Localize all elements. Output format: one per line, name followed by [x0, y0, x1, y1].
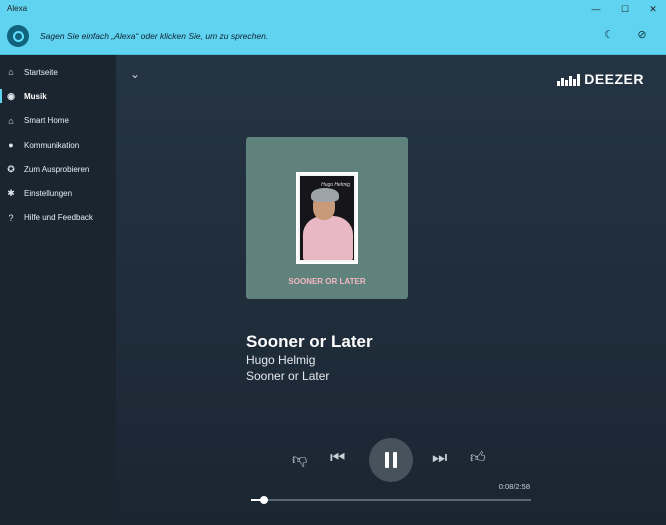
- help-icon: ?: [8, 212, 14, 223]
- progress-bar[interactable]: [251, 496, 531, 504]
- alexa-voice-button[interactable]: [7, 25, 29, 47]
- sidebar-item-label: Smart Home: [24, 116, 69, 126]
- mic-off-icon[interactable]: ⊘: [634, 27, 650, 43]
- music-icon: ◉: [7, 90, 15, 101]
- sidebar-item-label: Zum Ausprobieren: [24, 164, 90, 174]
- progress-knob[interactable]: [259, 496, 268, 504]
- chevron-down-icon[interactable]: ⌄: [130, 67, 140, 81]
- smart-home-icon: ⌂: [8, 115, 14, 126]
- sidebar-item-label: Kommunikation: [24, 140, 80, 150]
- sidebar-item-startseite[interactable]: ⌂ Startseite: [0, 60, 116, 84]
- home-icon: ⌂: [8, 67, 14, 78]
- compass-icon: ✪: [7, 163, 15, 174]
- voice-prompt[interactable]: Sagen Sie einfach „Alexa“ oder klicken S…: [40, 31, 268, 41]
- gear-icon: ✱: [7, 188, 15, 199]
- alexa-voice-bar: Sagen Sie einfach „Alexa“ oder klicken S…: [0, 18, 666, 55]
- thumbs-up-icon[interactable]: 👍︎: [470, 449, 486, 467]
- track-album: Sooner or Later: [246, 369, 330, 383]
- sidebar-item-hilfe[interactable]: ? Hilfe und Feedback: [0, 206, 116, 230]
- pause-icon: [385, 452, 389, 468]
- deezer-logo: DEEZER: [557, 72, 644, 86]
- sidebar-item-musik[interactable]: ◉ Musik: [0, 84, 116, 108]
- do-not-disturb-icon[interactable]: ☾: [601, 27, 617, 43]
- provider-name: DEEZER: [584, 71, 644, 87]
- sidebar-item-label: Hilfe und Feedback: [24, 213, 93, 223]
- album-photo: Hugo Helmig: [296, 172, 358, 264]
- sidebar: ⌂ Startseite ◉ Musik ⌂ Smart Home ● Komm…: [0, 55, 116, 525]
- album-art-title: SOONER OR LATER: [288, 277, 366, 286]
- window-title: Alexa: [7, 4, 28, 13]
- pause-button[interactable]: [369, 438, 413, 482]
- previous-track-icon[interactable]: ⏮︎: [330, 448, 345, 468]
- album-signature: Hugo Helmig: [321, 182, 350, 188]
- track-title: Sooner or Later: [246, 332, 373, 351]
- chat-icon: ●: [8, 140, 14, 151]
- deezer-bars-icon: [557, 74, 581, 86]
- album-art: Hugo Helmig SOONER OR LATER: [246, 137, 408, 299]
- sidebar-item-label: Startseite: [24, 67, 58, 77]
- thumbs-down-icon[interactable]: 👎︎: [292, 451, 307, 469]
- next-track-icon[interactable]: ⏭︎: [432, 448, 447, 468]
- track-artist: Hugo Helmig: [246, 353, 316, 367]
- sidebar-item-kommunikation[interactable]: ● Kommunikation: [0, 133, 116, 157]
- sidebar-item-label: Einstellungen: [24, 189, 73, 199]
- playback-controls: 👎︎ ⏮︎ ⏭︎ 👍︎: [116, 435, 666, 485]
- minimize-button[interactable]: —: [590, 3, 602, 15]
- close-button[interactable]: ✕: [647, 3, 659, 15]
- now-playing-panel: ⌄ DEEZER Hugo Helmig SOONER OR LATER Soo…: [116, 55, 666, 525]
- window-titlebar: Alexa — ☐ ✕: [0, 0, 666, 18]
- sidebar-item-einstellungen[interactable]: ✱ Einstellungen: [0, 181, 116, 205]
- sidebar-item-label: Musik: [24, 91, 47, 101]
- playback-time: 0:08/2:58: [498, 482, 530, 491]
- sidebar-item-smart-home[interactable]: ⌂ Smart Home: [0, 109, 116, 133]
- alexa-ring-icon: [12, 30, 24, 42]
- sidebar-item-zum-ausprobieren[interactable]: ✪ Zum Ausprobieren: [0, 157, 116, 181]
- maximize-button[interactable]: ☐: [619, 3, 631, 15]
